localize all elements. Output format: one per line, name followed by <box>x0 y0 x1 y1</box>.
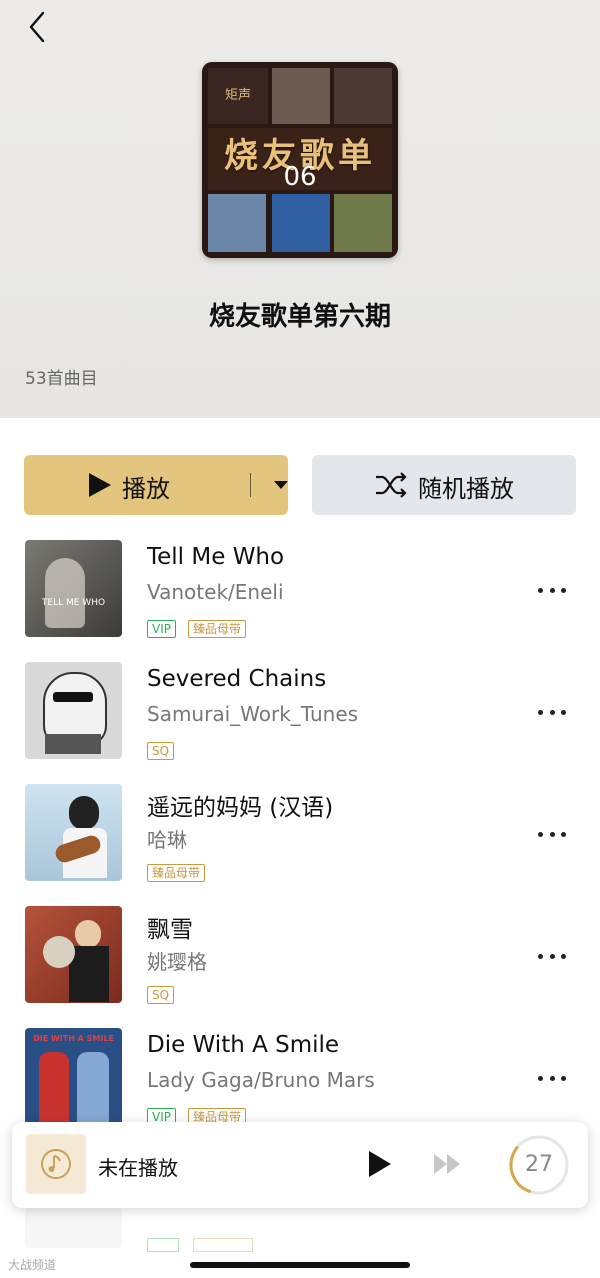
play-label: 播放 <box>122 475 170 503</box>
more-options-button[interactable] <box>538 828 566 840</box>
shuffle-label: 随机播放 <box>418 475 514 503</box>
music-note-icon <box>41 1149 71 1179</box>
more-options-button[interactable] <box>538 584 566 596</box>
play-icon <box>89 473 111 497</box>
track-count: 53首曲目 <box>25 369 98 389</box>
now-playing-art <box>26 1134 86 1194</box>
home-indicator <box>190 1262 410 1268</box>
shuffle-icon <box>376 472 407 498</box>
track-art-text: TELL ME WHO <box>41 598 106 608</box>
dropdown-arrow-icon[interactable] <box>274 481 288 489</box>
track-artist: 姚璎格 <box>147 950 207 974</box>
more-options-button[interactable] <box>538 706 566 718</box>
play-all-button[interactable]: 播放 <box>24 455 288 515</box>
track-title: 飘雪 <box>147 917 193 943</box>
sq-badge: SQ <box>147 742 175 760</box>
track-row[interactable]: TELL ME WHO Tell Me Who Vanotek/Eneli VI… <box>0 540 600 640</box>
track-artist: Lady Gaga/Bruno Mars <box>147 1068 375 1092</box>
back-button[interactable] <box>22 10 52 44</box>
playlist-cover: 矩声 烧友歌单 06 <box>202 62 398 258</box>
playlist-header: 矩声 烧友歌单 06 烧友歌单第六期 53首曲目 <box>0 0 600 418</box>
track-art: DIE WITH A SMILE <box>25 1028 122 1125</box>
track-title: Severed Chains <box>147 666 327 692</box>
chevron-left-icon <box>29 11 45 43</box>
track-row[interactable]: DIE WITH A SMILE Die With A Smile Lady G… <box>0 1028 600 1128</box>
more-options-button[interactable] <box>538 950 566 962</box>
player-status: 未在播放 <box>98 1156 178 1180</box>
shuffle-button[interactable]: 随机播放 <box>312 455 576 515</box>
page-title: 烧友歌单第六期 <box>208 302 391 332</box>
vip-badge: VIP <box>147 620 176 638</box>
track-title: Tell Me Who <box>147 544 285 570</box>
track-artist: Samurai_Work_Tunes <box>147 702 359 726</box>
track-row[interactable]: Severed Chains Samurai_Work_Tunes SQ <box>0 662 600 762</box>
playlist-queue-button[interactable]: 27 <box>508 1134 570 1196</box>
master-badge: 臻品母带 <box>187 620 246 638</box>
track-art <box>25 906 122 1003</box>
track-row[interactable]: 飘雪 姚璎格 SQ <box>0 906 600 1006</box>
play-button[interactable] <box>369 1151 391 1177</box>
queue-count: 27 <box>525 1152 553 1177</box>
cover-brand: 矩声 <box>208 68 268 124</box>
next-track-icon[interactable] <box>432 1152 464 1176</box>
master-badge: 臻品母带 <box>147 864 206 882</box>
track-art <box>25 662 122 759</box>
track-title: Die With A Smile <box>147 1032 340 1058</box>
track-art <box>25 784 122 881</box>
cover-number: 06 <box>283 162 317 192</box>
track-artist: 哈琳 <box>147 828 187 852</box>
next-track-row-partial <box>0 1208 600 1258</box>
track-art: TELL ME WHO <box>25 540 122 637</box>
track-art-text: DIE WITH A SMILE <box>33 1034 114 1043</box>
watermark: 大战频道 <box>8 1258 57 1272</box>
more-options-button[interactable] <box>538 1072 566 1084</box>
track-artist: Vanotek/Eneli <box>147 580 284 604</box>
sq-badge: SQ <box>147 986 175 1004</box>
divider <box>250 473 251 497</box>
track-row[interactable]: 遥远的妈妈 (汉语) 哈琳 臻品母带 <box>0 784 600 884</box>
mini-player[interactable]: 未在播放 27 <box>12 1122 588 1208</box>
track-title: 遥远的妈妈 (汉语) <box>147 795 334 821</box>
